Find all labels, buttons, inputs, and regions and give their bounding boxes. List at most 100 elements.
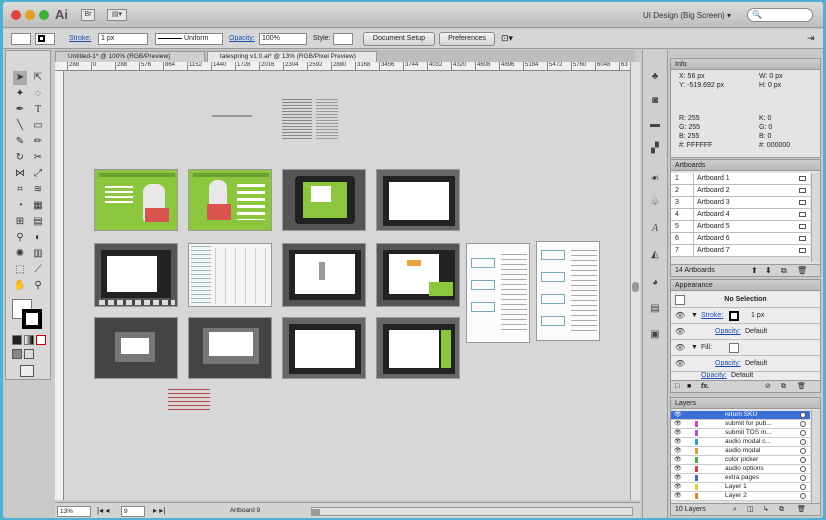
shape-builder-tool-icon[interactable]: ◔: [13, 199, 27, 213]
blend-tool-icon[interactable]: ◐: [31, 231, 45, 245]
line-tool-icon[interactable]: ╲: [13, 119, 27, 133]
layer-row[interactable]: 👁 submit TOS m...: [671, 429, 810, 438]
transparency-icon[interactable]: ◕: [648, 276, 662, 290]
artboard-row[interactable]: 1 Artboard 1: [671, 173, 810, 185]
selection-tool-icon[interactable]: ➤: [13, 71, 27, 85]
artboard-options-icon[interactable]: [799, 200, 806, 205]
artboard-thumb[interactable]: [282, 317, 366, 379]
close-window-button[interactable]: [11, 10, 21, 20]
delete-item-icon[interactable]: 🗑: [797, 381, 806, 392]
duplicate-item-icon[interactable]: ⧉: [781, 381, 786, 392]
character-panel-icon[interactable]: A: [648, 222, 662, 236]
opacity-input[interactable]: 100%: [259, 33, 307, 45]
canvas-horizontal-scrollbar[interactable]: [311, 507, 633, 516]
expand-triangle-icon[interactable]: ▼: [691, 308, 698, 324]
delete-artboard-icon[interactable]: 🗑: [797, 265, 807, 276]
add-fill-icon[interactable]: ■: [687, 381, 691, 392]
slice-tool-icon[interactable]: ⟋: [31, 263, 45, 277]
swatches-icon[interactable]: ▬: [648, 118, 662, 132]
arrange-documents-button[interactable]: ▤▾: [107, 9, 127, 21]
gradient-mode-icon[interactable]: [24, 335, 34, 345]
artboard-thumb[interactable]: [94, 243, 178, 307]
layer-row[interactable]: 👁 color picker: [671, 456, 810, 465]
delete-layer-icon[interactable]: 🗑: [797, 504, 806, 515]
layer-target-icon[interactable]: [800, 430, 806, 436]
panel-menu-icon[interactable]: ⇥: [807, 33, 815, 44]
draw-normal-icon[interactable]: [12, 349, 22, 359]
layer-target-icon[interactable]: [800, 421, 806, 427]
artboards-scrollbar[interactable]: [811, 173, 820, 262]
layer-target-icon[interactable]: [800, 457, 806, 463]
preferences-button[interactable]: Preferences: [439, 32, 495, 46]
artboard-number-select[interactable]: 9: [121, 506, 145, 517]
next-artboard-button[interactable]: ▸ ▸|: [151, 506, 167, 517]
artboard-thumb[interactable]: [94, 317, 178, 379]
visibility-eye-icon[interactable]: 👁: [674, 483, 682, 491]
stroke-label[interactable]: Stroke:: [69, 35, 91, 42]
opacity-label[interactable]: Opacity:: [229, 35, 255, 42]
layer-target-icon[interactable]: [800, 493, 806, 499]
visibility-eye-icon[interactable]: 👁: [674, 411, 682, 419]
pen-tool-icon[interactable]: ✒: [13, 103, 27, 117]
canvas[interactable]: [64, 71, 630, 500]
artboard-thumb[interactable]: [376, 169, 460, 231]
add-stroke-icon[interactable]: □: [675, 381, 679, 392]
tab-untitled[interactable]: Untitled-1* @ 100% (RGB/Preview): [55, 51, 205, 62]
magic-wand-tool-icon[interactable]: ✦: [13, 87, 27, 101]
artboard-row[interactable]: 3 Artboard 3: [671, 197, 810, 209]
move-up-icon[interactable]: ⬆: [751, 265, 758, 276]
artboard-thumb[interactable]: [376, 243, 460, 307]
spec-artboard[interactable]: [536, 241, 600, 341]
pencil-tool-icon[interactable]: ✏: [31, 135, 45, 149]
hand-tool-icon[interactable]: ✋: [13, 279, 27, 293]
clipping-mask-icon[interactable]: ◫: [747, 504, 754, 515]
artboard-row[interactable]: 4 Artboard 4: [671, 209, 810, 221]
rotate-tool-icon[interactable]: ↻: [13, 151, 27, 165]
artboard-row[interactable]: 2 Artboard 2: [671, 185, 810, 197]
appearance-stroke-value[interactable]: 1 px: [751, 308, 764, 324]
visibility-eye-icon[interactable]: 👁: [674, 474, 682, 482]
free-transform-tool-icon[interactable]: ⌗: [13, 183, 27, 197]
layer-row[interactable]: 👁 submit for pub...: [671, 420, 810, 429]
layer-target-icon[interactable]: [800, 439, 806, 445]
visibility-eye-icon[interactable]: 👁: [675, 340, 685, 356]
align-panel-icon[interactable]: ▤: [648, 302, 662, 316]
artboard-thumb[interactable]: [282, 169, 366, 231]
zoom-tool-icon[interactable]: ⚲: [31, 279, 45, 293]
eyedropper-tool-icon[interactable]: ⚲: [13, 231, 27, 245]
perspective-grid-tool-icon[interactable]: ▦: [31, 199, 45, 213]
layer-row[interactable]: 👁 Layer 1: [671, 483, 810, 492]
workspace-switcher[interactable]: UI Design (Big Screen) ▾: [643, 11, 731, 20]
artboards-panel-header[interactable]: Artboards: [671, 160, 820, 171]
appearance-stroke-row[interactable]: 👁 ▼ Stroke: 1 px: [671, 308, 820, 324]
graphic-style-select[interactable]: [333, 33, 353, 45]
first-artboard-button[interactable]: |◂ ◂: [95, 506, 111, 517]
visibility-eye-icon[interactable]: 👁: [674, 456, 682, 464]
visibility-eye-icon[interactable]: 👁: [674, 465, 682, 473]
transform-panel-icon[interactable]: ▣: [648, 328, 662, 342]
fx-button[interactable]: fx.: [701, 381, 709, 392]
visibility-eye-icon[interactable]: 👁: [674, 438, 682, 446]
color-mode-icon[interactable]: [12, 335, 22, 345]
artboard-row[interactable]: 7 Artboard 7: [671, 245, 810, 257]
zoom-level-select[interactable]: 13%: [57, 506, 91, 517]
color-guide-icon[interactable]: ◙: [648, 94, 662, 108]
clear-appearance-icon[interactable]: ⊘: [765, 381, 771, 392]
layer-target-icon[interactable]: [800, 484, 806, 490]
artboard-thumb[interactable]: [188, 317, 272, 379]
stroke-weight-input[interactable]: 1 px: [98, 33, 148, 45]
layer-row[interactable]: 👁 audio modal: [671, 447, 810, 456]
layer-row[interactable]: 👁 Layer 2: [671, 492, 810, 501]
gradient-tool-icon[interactable]: ▤: [31, 215, 45, 229]
artboard-thumb[interactable]: [376, 317, 460, 379]
layer-row[interactable]: 👁 audio modal c...: [671, 438, 810, 447]
visibility-eye-icon[interactable]: 👁: [675, 324, 685, 340]
new-artboard-icon[interactable]: ⧉: [781, 265, 787, 276]
appearance-fill-row[interactable]: 👁 ▼ Fill:: [671, 340, 820, 356]
appearance-panel-header[interactable]: Appearance: [671, 280, 820, 291]
canvas-vertical-scrollbar[interactable]: [630, 62, 640, 500]
symbols-icon[interactable]: ☙: [648, 172, 662, 186]
appearance-opacity-label[interactable]: Opacity:: [715, 356, 741, 372]
current-artboard-label[interactable]: Artboard 9: [185, 506, 305, 517]
locate-object-icon[interactable]: ⌕: [733, 504, 737, 515]
